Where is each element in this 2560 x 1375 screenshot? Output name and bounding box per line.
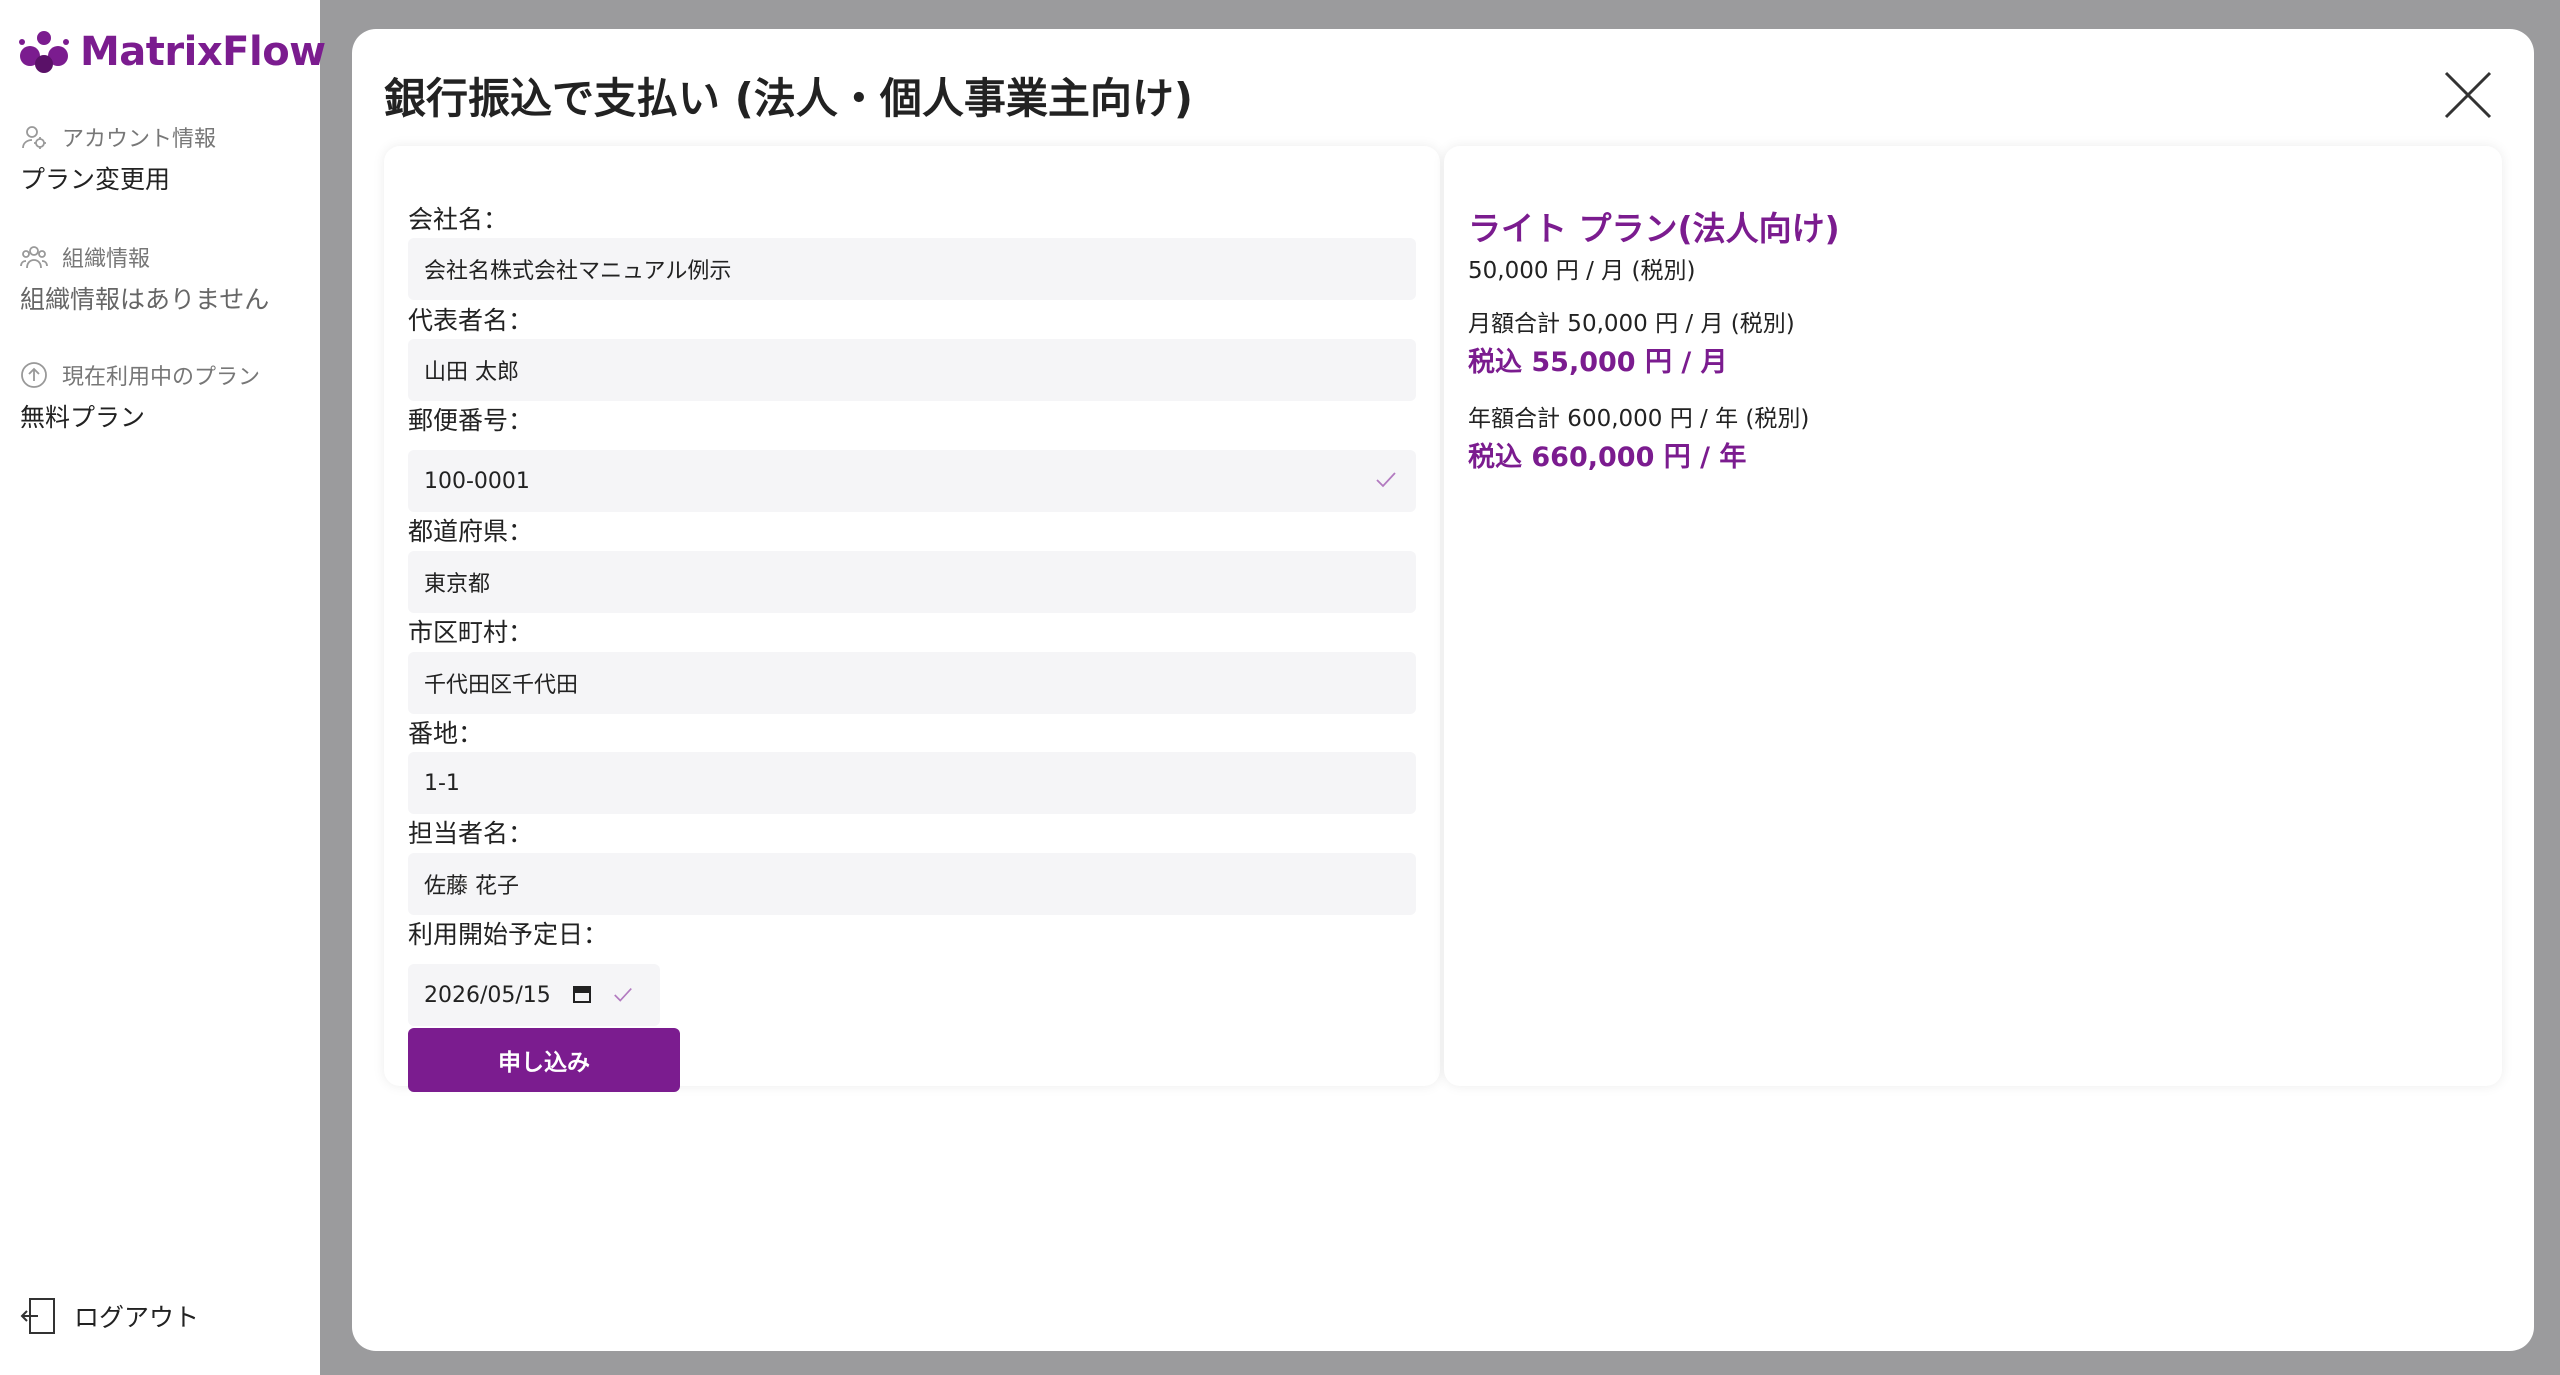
city-field[interactable]: 千代田区千代田 — [408, 652, 1416, 714]
contact-person-value: 佐藤 花子 — [424, 874, 519, 899]
arrow-up-circle-icon — [21, 362, 47, 388]
city-value: 千代田区千代田 — [424, 673, 579, 698]
plan-price: 50,000 円 / 月 (税別) — [1468, 258, 1696, 284]
representative-label: 代表者名： — [408, 306, 534, 335]
close-icon[interactable] — [2442, 69, 2494, 121]
sidebar-organization-section: 組織情報 組織情報はありません — [20, 240, 269, 316]
yearly-total: 年額合計 600,000 円 / 年 (税別) — [1468, 406, 1810, 432]
contact-person-label: 担当者名： — [408, 819, 534, 848]
application-form: 会社名： 会社名株式会社マニュアル例示 代表者名： 山田 太郎 郵便番号： 10… — [384, 146, 1440, 1092]
sidebar: MatrixFlow アカウント情報 プラン変更用 組織情報 組織情報はありませ… — [0, 0, 326, 1375]
address-label: 番地： — [408, 719, 484, 748]
submit-button[interactable]: 申し込み — [408, 1028, 680, 1092]
brand-name: MatrixFlow — [80, 29, 326, 75]
modal-title: 銀行振込で支払い (法人・個人事業主向け) — [384, 74, 1194, 123]
postal-code-field[interactable]: 100-0001 — [408, 450, 1416, 512]
sidebar-account-section: アカウント情報 プラン変更用 — [20, 120, 216, 196]
postal-code-value: 100-0001 — [424, 468, 530, 494]
postal-code-label: 郵便番号： — [408, 406, 534, 435]
current-plan-value: 無料プラン — [20, 403, 146, 432]
plan-name: ライト プラン(法人向け) — [1468, 209, 1840, 248]
account-value: プラン変更用 — [20, 165, 171, 194]
city-label: 市区町村： — [408, 618, 534, 647]
contact-person-field[interactable]: 佐藤 花子 — [408, 853, 1416, 915]
calendar-icon[interactable] — [572, 984, 592, 1004]
check-icon — [1376, 472, 1396, 488]
account-label: アカウント情報 — [62, 127, 217, 152]
group-icon — [20, 246, 48, 269]
organization-label: 組織情報 — [62, 247, 151, 272]
company-name-label: 会社名： — [408, 205, 509, 234]
check-icon — [614, 988, 632, 1002]
address-value: 1-1 — [424, 770, 460, 796]
prefecture-field[interactable]: 東京都 — [408, 551, 1416, 613]
brand-logo[interactable]: MatrixFlow — [18, 28, 326, 76]
company-name-value: 会社名株式会社マニュアル例示 — [424, 259, 732, 284]
address-field[interactable]: 1-1 — [408, 752, 1416, 814]
start-date-label: 利用開始予定日： — [408, 920, 609, 949]
current-plan-label: 現在利用中のプラン — [62, 365, 261, 390]
plan-summary: ライト プラン(法人向け) 50,000 円 / 月 (税別) 月額合計 50,… — [1444, 146, 2502, 1086]
prefecture-label: 都道府県： — [408, 517, 534, 546]
company-name-field[interactable]: 会社名株式会社マニュアル例示 — [408, 238, 1416, 300]
start-date-value: 2026/05/15 — [424, 982, 551, 1008]
monthly-total-with-tax: 税込 55,000 円 / 月 — [1468, 347, 1728, 378]
representative-value: 山田 太郎 — [424, 360, 519, 385]
yearly-total-with-tax: 税込 660,000 円 / 年 — [1468, 442, 1747, 473]
logout-button[interactable]: ログアウト — [20, 1296, 199, 1336]
organization-value: 組織情報はありません — [20, 285, 270, 314]
logout-icon — [20, 1298, 55, 1334]
payment-modal: 銀行振込で支払い (法人・個人事業主向け) 会社名： 会社名株式会社マニュアル例… — [352, 29, 2534, 1351]
prefecture-value: 東京都 — [424, 572, 491, 597]
start-date-field[interactable]: 2026/05/15 — [408, 964, 660, 1026]
monthly-total: 月額合計 50,000 円 / 月 (税別) — [1468, 311, 1795, 337]
representative-field[interactable]: 山田 太郎 — [408, 339, 1416, 401]
sidebar-current-plan-section: 現在利用中のプラン 無料プラン — [20, 358, 260, 434]
logo-icon — [19, 31, 69, 73]
logout-label: ログアウト — [74, 1303, 200, 1332]
user-icon — [22, 126, 46, 149]
